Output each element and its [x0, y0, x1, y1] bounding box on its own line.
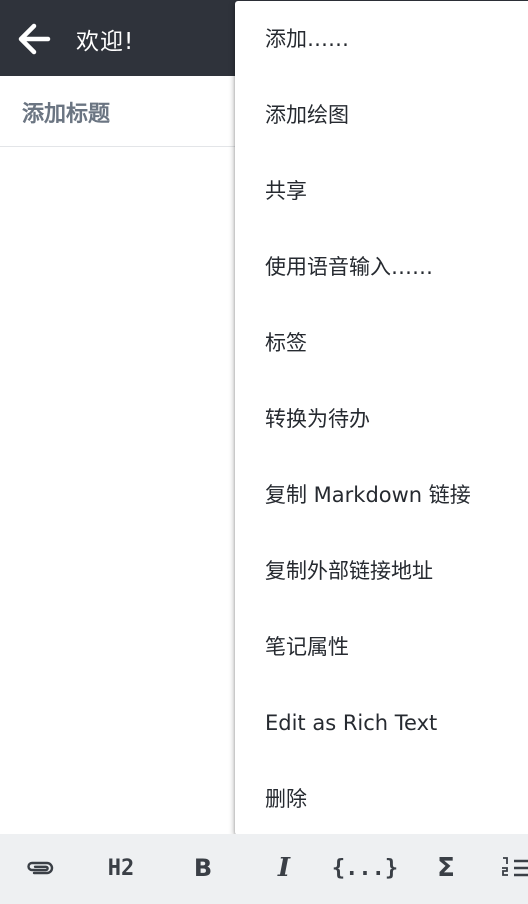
numbered-list-button[interactable] — [500, 848, 528, 888]
arrow-left-icon — [18, 23, 51, 55]
numbered-list-icon — [502, 857, 528, 877]
menu-item-delete[interactable]: 删除 — [235, 761, 528, 837]
bold-button[interactable]: B — [179, 848, 227, 888]
menu-item-copy-external-link[interactable]: 复制外部链接地址 — [235, 533, 528, 609]
menu-item-voice-input[interactable]: 使用语音输入…… — [235, 229, 528, 305]
menu-item-add-drawing[interactable]: 添加绘图 — [235, 77, 528, 153]
attach-button[interactable] — [16, 848, 64, 888]
code-button[interactable]: {...} — [332, 848, 398, 888]
paperclip-icon — [27, 861, 54, 875]
menu-item-note-properties[interactable]: 笔记属性 — [235, 609, 528, 685]
menu-item-convert-to-todo[interactable]: 转换为待办 — [235, 381, 528, 457]
menu-item-share[interactable]: 共享 — [235, 153, 528, 229]
menu-item-copy-markdown-link[interactable]: 复制 Markdown 链接 — [235, 457, 528, 533]
note-title-placeholder[interactable]: 添加标题 — [22, 96, 110, 128]
overflow-menu: 添加…… 添加绘图 共享 使用语音输入…… 标签 转换为待办 复制 Markdo… — [235, 1, 528, 835]
back-button[interactable] — [14, 20, 56, 58]
math-button[interactable]: Σ — [422, 848, 470, 888]
italic-button[interactable]: I — [260, 848, 308, 888]
page-title: 欢迎! — [76, 29, 135, 55]
menu-item-edit-as-rich-text[interactable]: Edit as Rich Text — [235, 685, 528, 761]
menu-item-add[interactable]: 添加…… — [235, 1, 528, 77]
menu-item-tags[interactable]: 标签 — [235, 305, 528, 381]
heading-button[interactable]: H2 — [97, 848, 145, 888]
markdown-toolbar: H2 B I {...} Σ — [0, 834, 528, 904]
